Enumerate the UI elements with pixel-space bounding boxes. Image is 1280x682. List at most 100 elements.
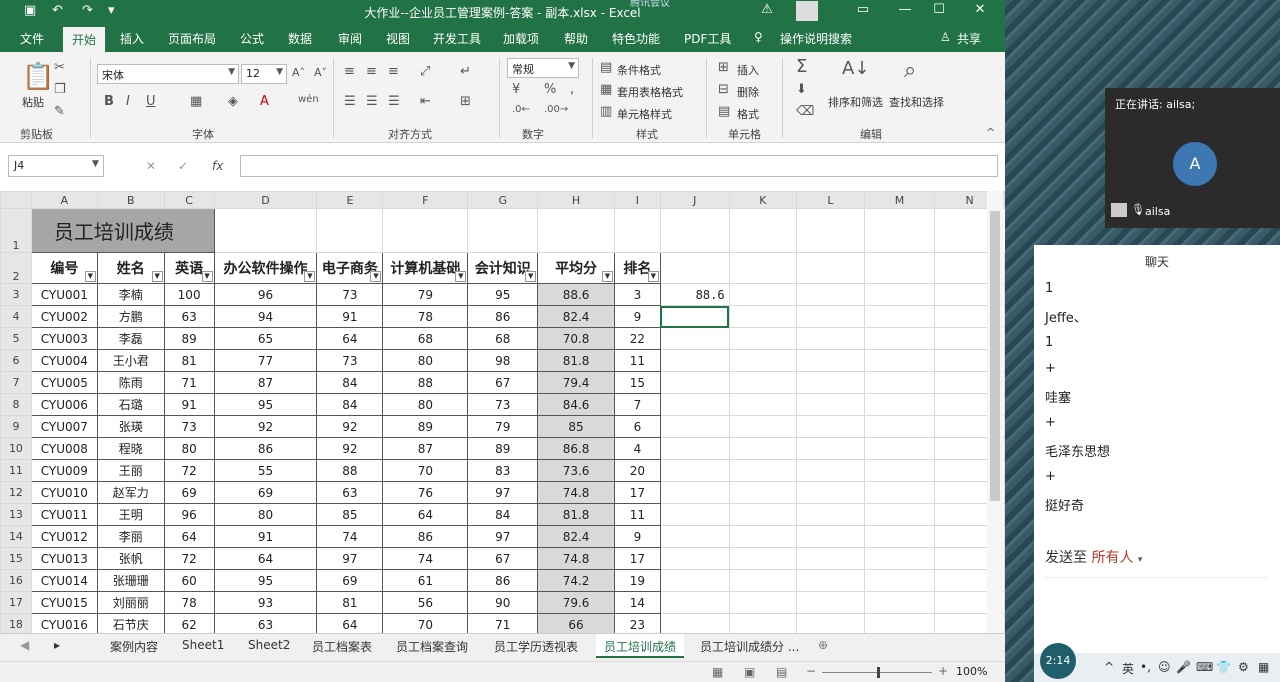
data-cell[interactable]: 86 (467, 569, 539, 592)
data-cell[interactable]: 72 (163, 459, 215, 482)
cell[interactable] (382, 208, 469, 253)
data-cell[interactable]: 98 (467, 349, 539, 372)
cut-icon[interactable]: ✂ (54, 60, 65, 75)
row-header[interactable]: 5 (0, 327, 32, 350)
row-header[interactable]: 7 (0, 371, 32, 394)
data-cell[interactable]: 11 (613, 349, 661, 372)
format-cells-button[interactable]: 格式 (737, 106, 759, 122)
data-cell[interactable]: 69 (163, 481, 215, 504)
next-sheet-icon[interactable]: ▸ (54, 638, 60, 652)
cell[interactable] (728, 208, 798, 253)
cell[interactable] (316, 208, 384, 253)
clear-icon[interactable]: ⌫ (796, 104, 814, 119)
currency-icon[interactable]: ¥ (512, 82, 520, 97)
data-cell[interactable]: 83 (467, 459, 539, 482)
data-cell[interactable]: 74.8 (537, 547, 615, 570)
column-header[interactable]: A (30, 191, 98, 209)
data-cell[interactable]: 63 (213, 613, 318, 633)
send-to-target[interactable]: 所有人 (1091, 550, 1133, 566)
cell[interactable] (796, 481, 865, 504)
data-cell[interactable]: 77 (213, 349, 318, 372)
data-cell[interactable]: 王小君 (96, 349, 165, 372)
computed-value-cell[interactable]: 88.6 (659, 283, 730, 306)
data-cell[interactable]: 14 (613, 591, 661, 614)
data-cell[interactable]: 86.8 (537, 437, 615, 460)
data-cell[interactable]: 张瑛 (96, 415, 165, 438)
cell[interactable] (728, 437, 798, 460)
cell[interactable] (796, 525, 865, 548)
data-cell[interactable]: CYU005 (30, 371, 98, 394)
cell[interactable] (796, 437, 865, 460)
data-cell[interactable]: 王丽 (96, 459, 165, 482)
indent-icon[interactable]: ⇤ (420, 94, 431, 109)
cell[interactable] (796, 503, 865, 526)
data-cell[interactable]: 88.6 (537, 283, 615, 306)
data-cell[interactable]: 76 (382, 481, 469, 504)
data-cell[interactable]: 70.8 (537, 327, 615, 350)
data-cell[interactable]: 56 (382, 591, 469, 614)
selected-cell[interactable] (659, 305, 730, 328)
cell[interactable] (863, 371, 936, 394)
increase-decimal-icon[interactable]: .0← (512, 104, 530, 115)
cell[interactable] (863, 305, 936, 328)
cell[interactable] (728, 371, 798, 394)
column-header[interactable]: E (316, 191, 384, 209)
tab-pdf[interactable]: PDF工具 (684, 30, 731, 47)
cell[interactable] (728, 327, 798, 350)
data-cell[interactable]: 63 (163, 305, 215, 328)
maximize-icon[interactable]: ☐ (924, 2, 954, 17)
ime-indicator[interactable]: 英 (1122, 660, 1134, 677)
row-header[interactable]: 8 (0, 393, 32, 416)
cell[interactable] (659, 481, 730, 504)
data-cell[interactable]: 84 (316, 371, 384, 394)
row-header[interactable]: 4 (0, 305, 32, 328)
data-cell[interactable]: 64 (213, 547, 318, 570)
data-cell[interactable]: CYU006 (30, 393, 98, 416)
cell[interactable] (863, 459, 936, 482)
punctuation-icon[interactable]: •, (1140, 660, 1151, 674)
data-cell[interactable]: 石璐 (96, 393, 165, 416)
tab-review[interactable]: 审阅 (338, 30, 362, 47)
tab-formulas[interactable]: 公式 (240, 30, 264, 47)
cell[interactable] (796, 569, 865, 592)
column-header[interactable]: G (467, 191, 539, 209)
scroll-thumb[interactable] (990, 211, 1000, 501)
data-cell[interactable]: 20 (613, 459, 661, 482)
data-cell[interactable]: 张帆 (96, 547, 165, 570)
data-cell[interactable]: 95 (213, 569, 318, 592)
data-cell[interactable]: 9 (613, 525, 661, 548)
filter-dropdown-icon[interactable]: ▼ (370, 271, 382, 282)
cell[interactable] (728, 525, 798, 548)
normal-view-icon[interactable]: ▦ (712, 665, 723, 679)
cell[interactable] (863, 283, 936, 306)
data-cell[interactable]: 87 (213, 371, 318, 394)
worksheet-grid[interactable]: A B C D E F G H I J K L M N 1 员工培训成绩 2 编… (0, 191, 1005, 633)
underline-icon[interactable]: U (146, 94, 156, 109)
tab-file[interactable]: 文件 (20, 30, 44, 47)
page-break-view-icon[interactable]: ▤ (776, 665, 787, 679)
data-cell[interactable]: 74 (382, 547, 469, 570)
data-cell[interactable]: 97 (467, 481, 539, 504)
filter-dropdown-icon[interactable]: ▼ (647, 271, 659, 282)
tools-icon[interactable]: ⚙ (1238, 660, 1249, 674)
data-cell[interactable]: 80 (213, 503, 318, 526)
data-cell[interactable]: 23 (613, 613, 661, 633)
cell[interactable] (796, 305, 865, 328)
add-sheet-icon[interactable]: ⊕ (818, 638, 828, 652)
cell[interactable] (863, 613, 936, 633)
header-cell[interactable]: 编号 ▼ (30, 252, 98, 284)
data-cell[interactable]: 89 (382, 415, 469, 438)
decrease-font-icon[interactable]: A˅ (314, 66, 327, 79)
data-cell[interactable]: 4 (613, 437, 661, 460)
tab-insert[interactable]: 插入 (120, 30, 144, 47)
row-header[interactable]: 10 (0, 437, 32, 460)
sort-filter-button[interactable]: 排序和筛选 (828, 94, 883, 110)
delete-cells-button[interactable]: 删除 (737, 84, 759, 100)
font-size-select[interactable]: 12 ▼ (241, 64, 287, 84)
name-box[interactable]: J4 (8, 155, 104, 177)
autosum-icon[interactable]: Σ (796, 56, 807, 77)
row-header[interactable]: 9 (0, 415, 32, 438)
data-cell[interactable]: CYU015 (30, 591, 98, 614)
cell[interactable] (728, 547, 798, 570)
data-cell[interactable]: 11 (613, 503, 661, 526)
